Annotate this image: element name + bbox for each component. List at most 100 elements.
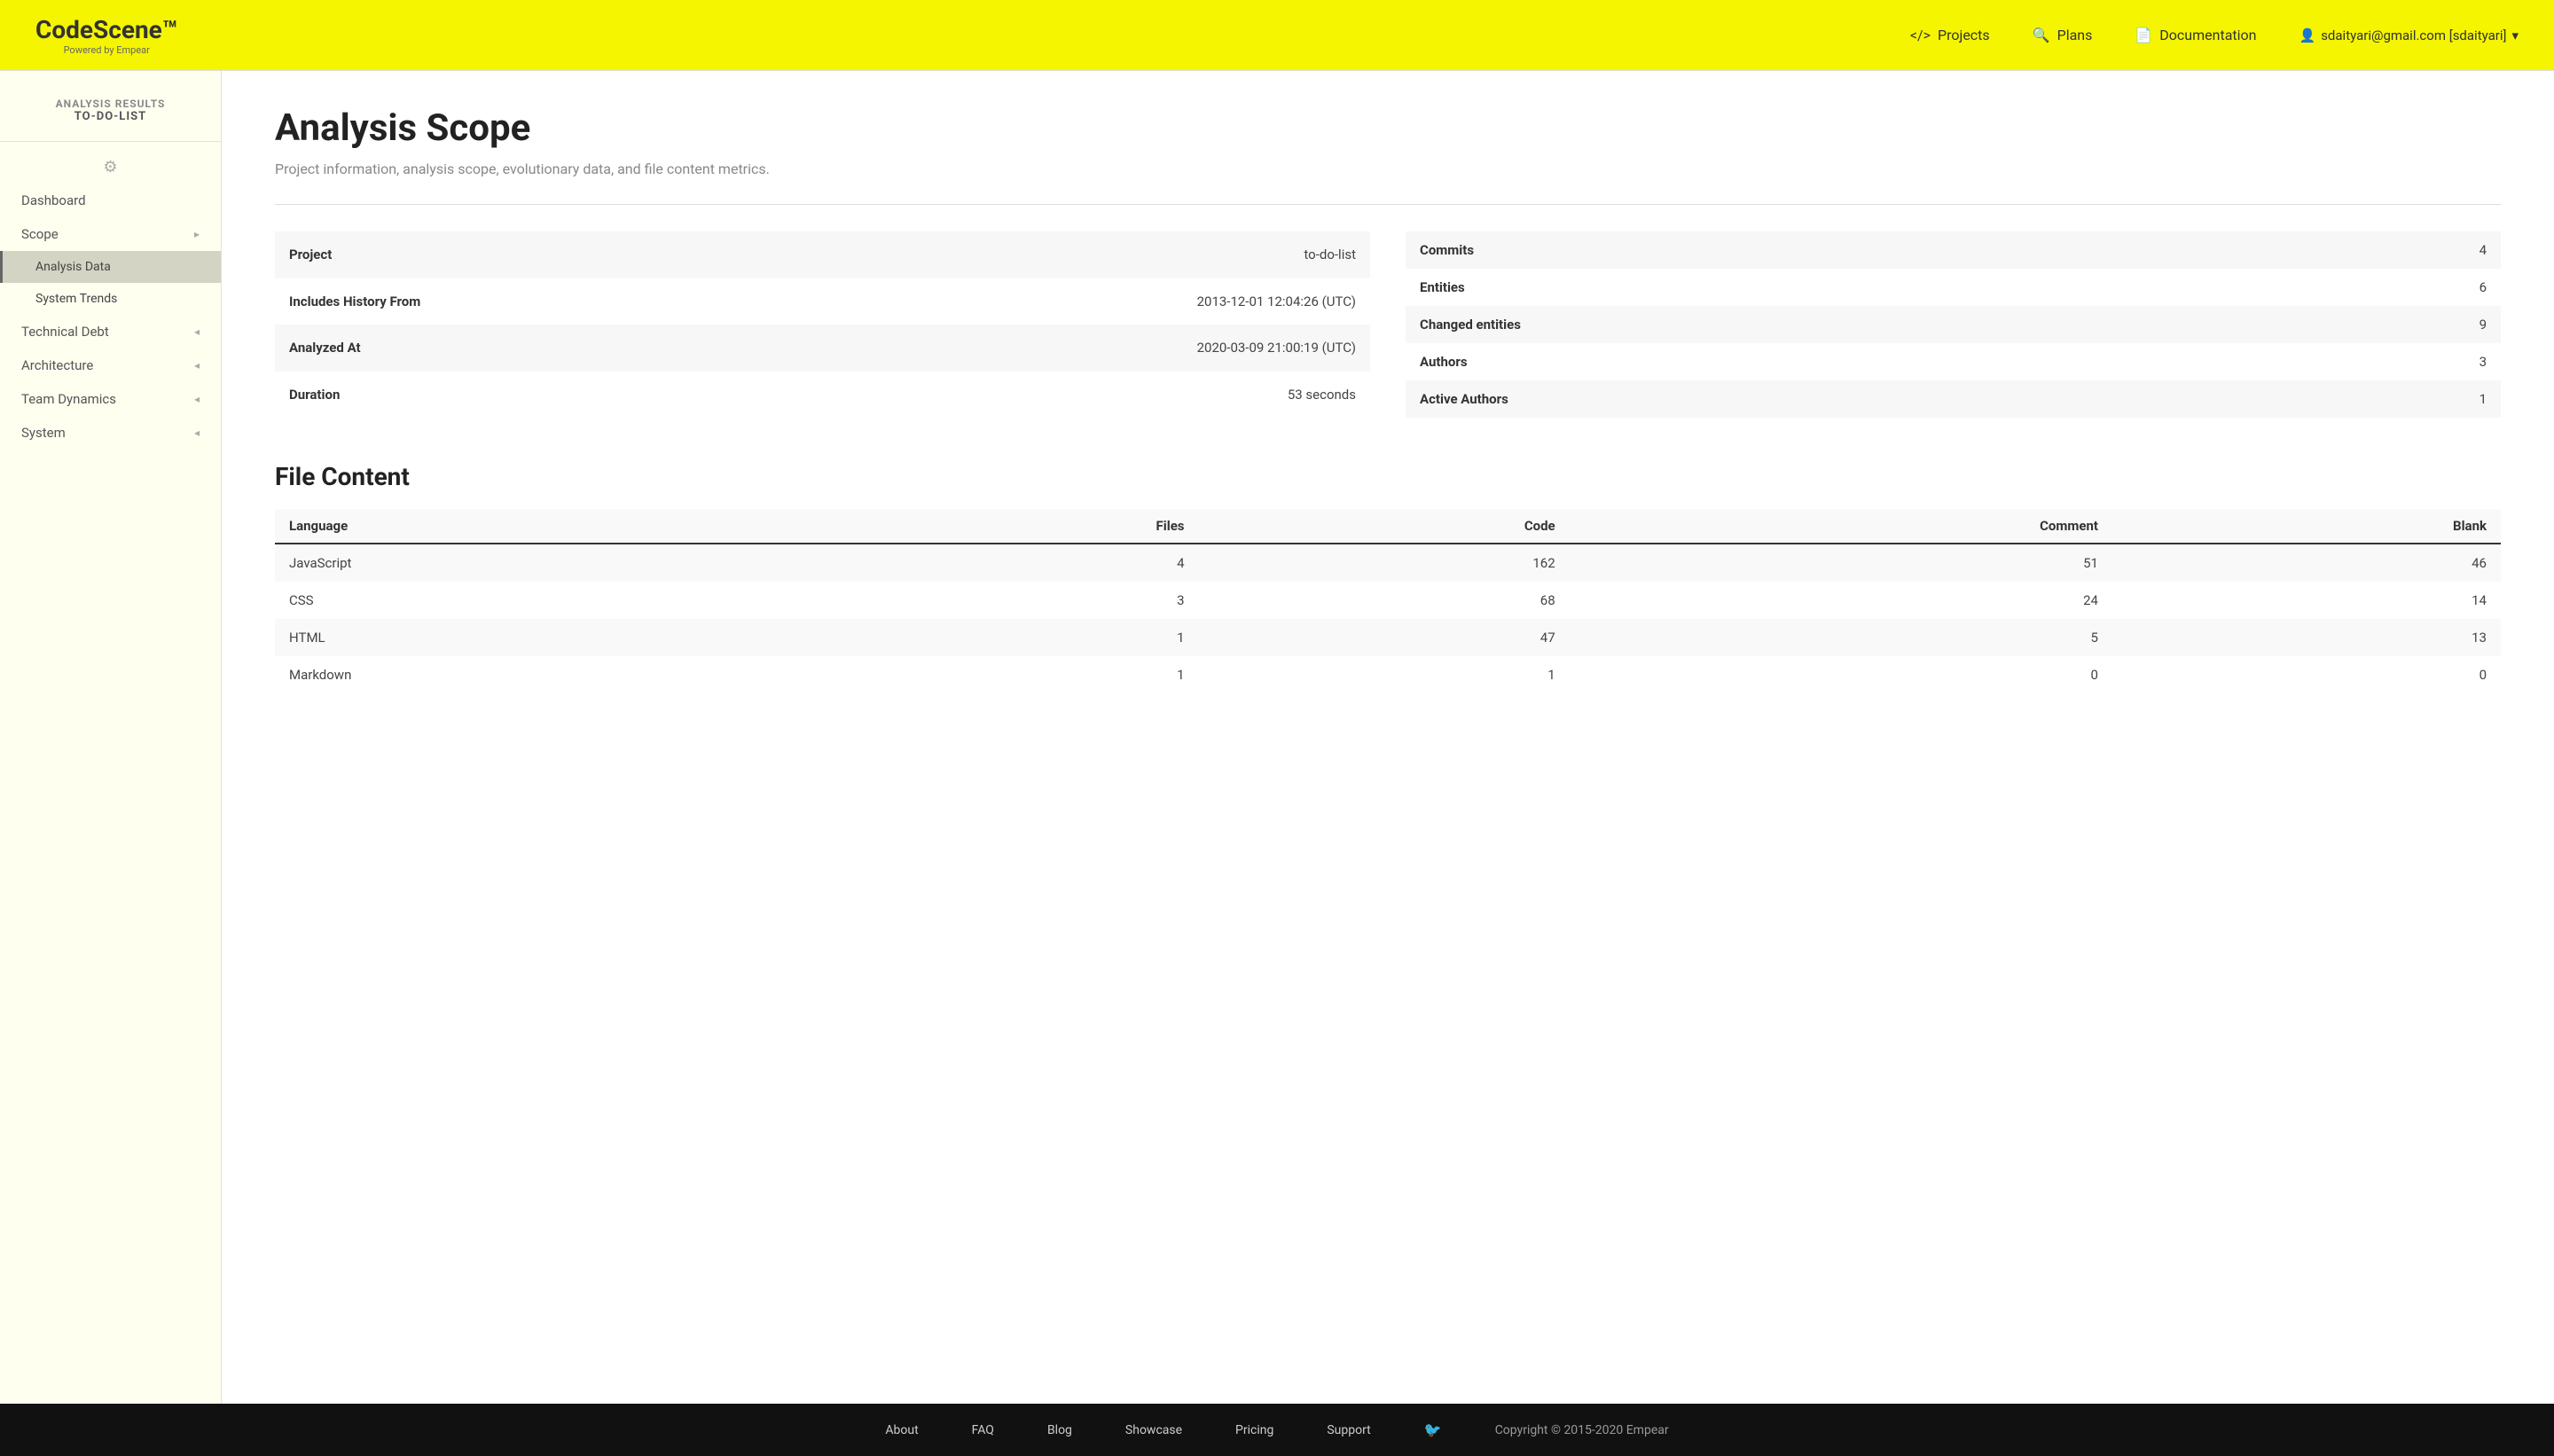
comment-cell: 51 [1570, 544, 2112, 582]
twitter-icon: 🐦 [1424, 1421, 1442, 1438]
blank-cell: 14 [2112, 582, 2501, 619]
comment-cell: 24 [1570, 582, 2112, 619]
footer-link-faq[interactable]: FAQ [972, 1423, 994, 1437]
table-row: Authors3 [1406, 343, 2501, 380]
chevron-right-icon-2: ◂ [194, 325, 200, 338]
main-layout: ANALYSIS RESULTS TO-DO-LIST ⚙ Dashboard … [0, 71, 2554, 1404]
chevron-right-icon: ▸ [194, 228, 200, 240]
sidebar-gear-icon[interactable]: ⚙ [0, 151, 221, 184]
sidebar-technical-debt-label: Technical Debt [21, 324, 109, 340]
user-label: sdaityari@gmail.com [sdaityari] [2321, 27, 2506, 43]
sidebar-project-name: TO-DO-LIST [18, 110, 203, 123]
info-grid: Projectto-do-listIncludes History From20… [275, 231, 2501, 418]
chevron-right-icon-4: ◂ [194, 393, 200, 405]
plans-icon: 🔍 [2033, 27, 2050, 43]
footer-link-support[interactable]: Support [1327, 1423, 1370, 1437]
sidebar-item-technical-debt[interactable]: Technical Debt ◂ [0, 315, 221, 348]
footer-link-blog[interactable]: Blog [1047, 1423, 1072, 1437]
row-value: 53 seconds [877, 372, 1370, 419]
sidebar-team-dynamics-label: Team Dynamics [21, 391, 116, 407]
row-value: to-do-list [877, 231, 1370, 278]
code-icon: </> [1910, 27, 1931, 43]
blank-cell: 0 [2112, 656, 2501, 693]
sidebar-system-trends-label: System Trends [35, 292, 117, 306]
sidebar-item-analysis-data[interactable]: Analysis Data [0, 251, 221, 283]
code-cell: 47 [1199, 619, 1570, 656]
column-header: Files [843, 509, 1198, 544]
nav: </> Projects 🔍 Plans 📄 Documentation 👤 s… [1910, 27, 2519, 43]
table-row: Markdown 1 1 0 0 [275, 656, 2501, 693]
code-cell: 68 [1199, 582, 1570, 619]
code-cell: 162 [1199, 544, 1570, 582]
page-title: Analysis Scope [275, 106, 2501, 150]
footer-link-showcase[interactable]: Showcase [1125, 1423, 1182, 1437]
row-label: Analyzed At [275, 325, 877, 372]
files-cell: 3 [843, 582, 1198, 619]
row-value: 2020-03-09 21:00:19 (UTC) [877, 325, 1370, 372]
blank-cell: 46 [2112, 544, 2501, 582]
nav-projects[interactable]: </> Projects [1910, 27, 1990, 43]
table-row: Projectto-do-list [275, 231, 1370, 278]
table-row: JavaScript 4 162 51 46 [275, 544, 2501, 582]
comment-cell: 0 [1570, 656, 2112, 693]
sidebar-item-system[interactable]: System ◂ [0, 416, 221, 450]
column-header: Code [1199, 509, 1570, 544]
sidebar-item-system-trends[interactable]: System Trends [0, 283, 221, 315]
sidebar-dashboard-label: Dashboard [21, 192, 86, 208]
sidebar-item-scope[interactable]: Scope ▸ [0, 217, 221, 251]
sidebar: ANALYSIS RESULTS TO-DO-LIST ⚙ Dashboard … [0, 71, 222, 1404]
row-label: Entities [1406, 269, 2008, 306]
column-header: Language [275, 509, 843, 544]
nav-plans-label: Plans [2057, 27, 2093, 43]
nav-projects-label: Projects [1938, 27, 1990, 43]
files-cell: 4 [843, 544, 1198, 582]
page-subtitle: Project information, analysis scope, evo… [275, 160, 2501, 177]
nav-plans[interactable]: 🔍 Plans [2033, 27, 2093, 43]
sidebar-item-dashboard[interactable]: Dashboard [0, 184, 221, 217]
row-label: Active Authors [1406, 380, 2008, 418]
table-row: Changed entities9 [1406, 306, 2501, 343]
blank-cell: 13 [2112, 619, 2501, 656]
nav-documentation[interactable]: 📄 Documentation [2135, 27, 2256, 43]
sidebar-system-label: System [21, 425, 66, 441]
chevron-down-icon: ▾ [2511, 27, 2519, 43]
stats-info-table: Commits4Entities6Changed entities9Author… [1406, 231, 2501, 418]
footer-link-pricing[interactable]: Pricing [1235, 1423, 1273, 1437]
language-cell: JavaScript [275, 544, 843, 582]
language-cell: HTML [275, 619, 843, 656]
file-content-table: LanguageFilesCodeCommentBlank JavaScript… [275, 509, 2501, 693]
footer-link-about[interactable]: About [885, 1423, 918, 1437]
user-icon: 👤 [2299, 27, 2316, 43]
sidebar-analysis-data-label: Analysis Data [35, 260, 111, 274]
column-header: Comment [1570, 509, 2112, 544]
row-value: 6 [2008, 269, 2501, 306]
user-menu[interactable]: 👤 sdaityari@gmail.com [sdaityari] ▾ [2299, 27, 2519, 43]
divider [275, 204, 2501, 205]
row-label: Duration [275, 372, 877, 419]
table-row: Commits4 [1406, 231, 2501, 269]
files-cell: 1 [843, 656, 1198, 693]
sidebar-item-architecture[interactable]: Architecture ◂ [0, 348, 221, 382]
row-label: Commits [1406, 231, 2008, 269]
logo-title: CodeScene™ [35, 15, 177, 44]
project-info-table: Projectto-do-listIncludes History From20… [275, 231, 1370, 418]
language-cell: Markdown [275, 656, 843, 693]
sidebar-item-team-dynamics[interactable]: Team Dynamics ◂ [0, 382, 221, 416]
row-value: 4 [2008, 231, 2501, 269]
row-label: Project [275, 231, 877, 278]
table-row: Includes History From2013-12-01 12:04:26… [275, 278, 1370, 325]
code-cell: 1 [1199, 656, 1570, 693]
table-row: Analyzed At2020-03-09 21:00:19 (UTC) [275, 325, 1370, 372]
table-row: Active Authors1 [1406, 380, 2501, 418]
row-value: 9 [2008, 306, 2501, 343]
header: CodeScene™ Powered by Empear </> Project… [0, 0, 2554, 71]
comment-cell: 5 [1570, 619, 2112, 656]
row-value: 2013-12-01 12:04:26 (UTC) [877, 278, 1370, 325]
row-value: 1 [2008, 380, 2501, 418]
files-cell: 1 [843, 619, 1198, 656]
table-row: CSS 3 68 24 14 [275, 582, 2501, 619]
column-header: Blank [2112, 509, 2501, 544]
file-content-title: File Content [275, 462, 2501, 491]
footer-copyright: Copyright © 2015-2020 Empear [1495, 1423, 1669, 1437]
docs-icon: 📄 [2135, 27, 2152, 43]
